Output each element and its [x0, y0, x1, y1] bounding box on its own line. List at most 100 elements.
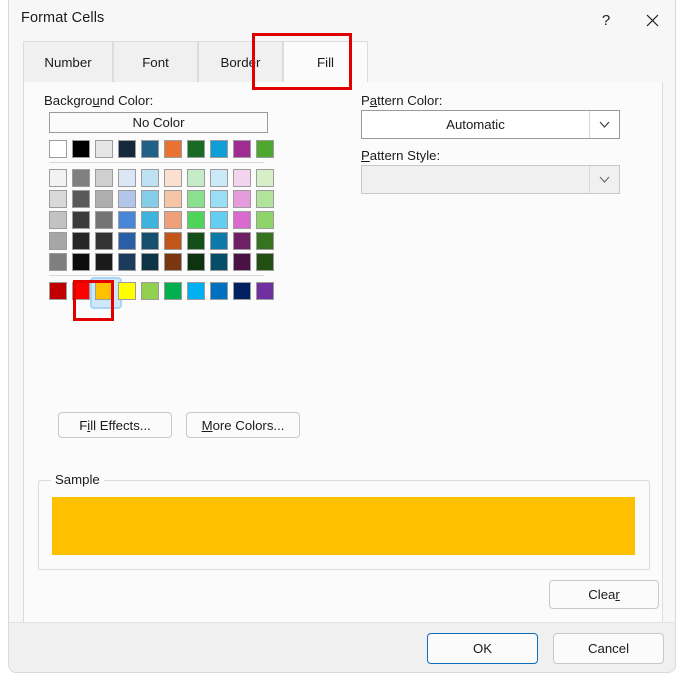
pattern-style-dropdown[interactable]	[361, 165, 620, 194]
color-swatch[interactable]	[187, 190, 205, 208]
color-swatch[interactable]	[49, 169, 67, 187]
theme-color-0[interactable]	[49, 140, 67, 158]
color-swatch[interactable]	[118, 190, 136, 208]
standard-color-8[interactable]	[233, 282, 251, 300]
tint-color-0-3[interactable]	[118, 169, 136, 187]
tint-color-0-1[interactable]	[72, 169, 90, 187]
color-swatch[interactable]	[49, 282, 67, 300]
tint-color-4-8[interactable]	[233, 253, 251, 271]
tint-color-2-8[interactable]	[233, 211, 251, 229]
color-swatch[interactable]	[164, 253, 182, 271]
theme-color-3[interactable]	[118, 140, 136, 158]
cancel-button[interactable]: Cancel	[553, 633, 664, 664]
color-swatch[interactable]	[72, 253, 90, 271]
color-swatch[interactable]	[141, 169, 159, 187]
color-swatch[interactable]	[233, 253, 251, 271]
color-swatch[interactable]	[72, 232, 90, 250]
tab-fill[interactable]: Fill	[283, 41, 368, 83]
color-swatch[interactable]	[95, 211, 113, 229]
tint-color-2-4[interactable]	[141, 211, 159, 229]
tint-color-3-2[interactable]	[95, 232, 113, 250]
tint-color-4-5[interactable]	[164, 253, 182, 271]
color-swatch[interactable]	[164, 140, 182, 158]
color-swatch[interactable]	[256, 232, 274, 250]
tint-color-1-5[interactable]	[164, 190, 182, 208]
standard-color-3[interactable]	[118, 282, 136, 300]
fill-effects-button[interactable]: Fi ll Effects...	[58, 412, 172, 438]
tint-color-3-0[interactable]	[49, 232, 67, 250]
color-swatch[interactable]	[256, 253, 274, 271]
tint-color-2-6[interactable]	[187, 211, 205, 229]
color-swatch[interactable]	[141, 190, 159, 208]
color-swatch[interactable]	[49, 232, 67, 250]
theme-color-7[interactable]	[210, 140, 228, 158]
color-swatch[interactable]	[49, 190, 67, 208]
color-swatch[interactable]	[210, 169, 228, 187]
tint-color-4-1[interactable]	[72, 253, 90, 271]
tint-color-4-7[interactable]	[210, 253, 228, 271]
tint-color-0-6[interactable]	[187, 169, 205, 187]
color-swatch[interactable]	[256, 140, 274, 158]
tint-color-0-5[interactable]	[164, 169, 182, 187]
color-swatch[interactable]	[233, 232, 251, 250]
tint-color-2-3[interactable]	[118, 211, 136, 229]
tint-color-3-4[interactable]	[141, 232, 159, 250]
chevron-down-icon[interactable]	[589, 111, 619, 138]
color-swatch[interactable]	[210, 140, 228, 158]
color-swatch[interactable]	[141, 211, 159, 229]
color-swatch[interactable]	[233, 211, 251, 229]
color-swatch[interactable]	[141, 140, 159, 158]
color-swatch[interactable]	[95, 232, 113, 250]
tint-color-1-6[interactable]	[187, 190, 205, 208]
standard-color-6[interactable]	[187, 282, 205, 300]
tint-color-1-4[interactable]	[141, 190, 159, 208]
color-swatch[interactable]	[210, 232, 228, 250]
color-swatch[interactable]	[187, 232, 205, 250]
standard-color-9[interactable]	[256, 282, 274, 300]
color-swatch[interactable]	[95, 140, 113, 158]
tint-color-3-7[interactable]	[210, 232, 228, 250]
tint-color-3-6[interactable]	[187, 232, 205, 250]
color-swatch[interactable]	[95, 282, 113, 300]
no-color-button[interactable]: No Color	[49, 112, 268, 133]
color-swatch[interactable]	[72, 211, 90, 229]
color-swatch[interactable]	[164, 190, 182, 208]
color-swatch[interactable]	[72, 169, 90, 187]
color-swatch[interactable]	[49, 253, 67, 271]
clear-button[interactable]: Clea r	[549, 580, 659, 609]
color-swatch[interactable]	[210, 190, 228, 208]
tint-color-4-3[interactable]	[118, 253, 136, 271]
tint-color-2-7[interactable]	[210, 211, 228, 229]
close-icon[interactable]	[629, 0, 675, 40]
ok-button[interactable]: OK	[427, 633, 538, 664]
color-swatch[interactable]	[164, 282, 182, 300]
color-swatch[interactable]	[233, 190, 251, 208]
standard-color-2[interactable]	[90, 277, 122, 309]
pattern-color-dropdown[interactable]: Automatic	[361, 110, 620, 139]
color-swatch[interactable]	[118, 140, 136, 158]
color-swatch[interactable]	[95, 253, 113, 271]
theme-color-4[interactable]	[141, 140, 159, 158]
tint-color-4-2[interactable]	[95, 253, 113, 271]
tab-font[interactable]: Font	[113, 41, 198, 83]
color-swatch[interactable]	[187, 211, 205, 229]
tint-color-4-6[interactable]	[187, 253, 205, 271]
color-swatch[interactable]	[118, 253, 136, 271]
color-swatch[interactable]	[72, 140, 90, 158]
tint-color-1-1[interactable]	[72, 190, 90, 208]
tint-color-3-3[interactable]	[118, 232, 136, 250]
tint-color-1-2[interactable]	[95, 190, 113, 208]
color-swatch[interactable]	[118, 282, 136, 300]
tab-border[interactable]: Border	[198, 41, 283, 83]
color-swatch[interactable]	[164, 232, 182, 250]
color-swatch[interactable]	[256, 169, 274, 187]
more-colors-button[interactable]: More Colors...	[186, 412, 300, 438]
tint-color-0-4[interactable]	[141, 169, 159, 187]
color-swatch[interactable]	[164, 211, 182, 229]
color-swatch[interactable]	[210, 253, 228, 271]
color-swatch[interactable]	[49, 211, 67, 229]
tint-color-3-9[interactable]	[256, 232, 274, 250]
standard-color-7[interactable]	[210, 282, 228, 300]
color-swatch[interactable]	[118, 232, 136, 250]
chevron-down-icon-2[interactable]	[589, 166, 619, 193]
